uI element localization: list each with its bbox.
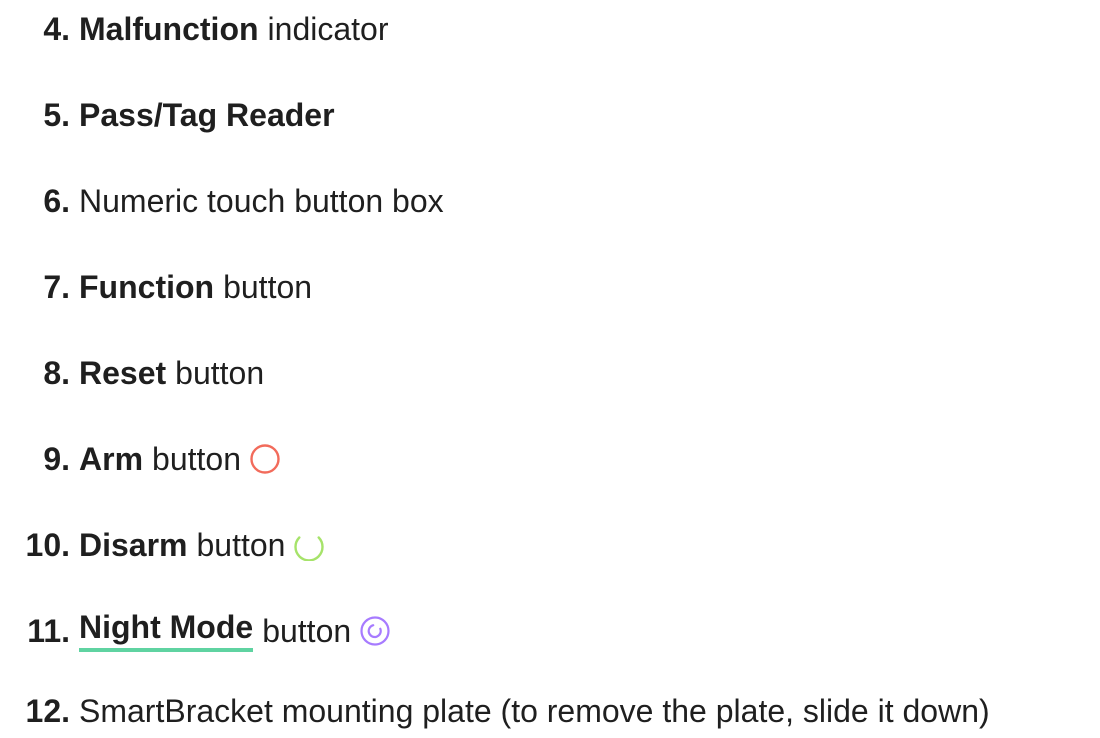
- button-legend-list: 4. Malfunction indicator 5. Pass/Tag Rea…: [0, 0, 1100, 738]
- night-mode-link[interactable]: Night Mode: [79, 610, 254, 652]
- arm-circle-icon: [249, 443, 281, 475]
- item-number: 8.: [43, 355, 70, 391]
- item-number: 12.: [25, 693, 70, 729]
- list-item: 7. Function button: [0, 262, 1100, 312]
- list-item: 4. Malfunction indicator: [0, 4, 1100, 54]
- item-number: 11.: [27, 613, 70, 649]
- item-number: 6.: [43, 183, 70, 219]
- item-label: Malfunction: [79, 11, 259, 47]
- item-description: button: [152, 441, 241, 477]
- night-mode-circle-icon: [359, 615, 391, 647]
- list-item: 9. Arm button: [0, 434, 1100, 484]
- item-number: 9.: [43, 441, 70, 477]
- item-label: Function: [79, 269, 215, 305]
- list-item: 10. Disarm button: [0, 520, 1100, 570]
- list-item: 6. Numeric touch button box: [0, 176, 1100, 226]
- item-number: 7.: [43, 269, 70, 305]
- list-item: 12. SmartBracket mounting plate (to remo…: [0, 686, 1100, 736]
- item-label: Disarm: [79, 527, 188, 563]
- item-label: Pass/Tag Reader: [79, 97, 335, 133]
- item-description: button: [223, 269, 313, 305]
- list-item: 8. Reset button: [0, 348, 1100, 398]
- item-description: Numeric touch button box: [79, 183, 444, 219]
- item-label: Arm: [79, 441, 144, 477]
- item-description: button: [196, 527, 286, 563]
- item-description: indicator: [267, 11, 389, 47]
- item-number: 5.: [43, 97, 70, 133]
- item-label: Reset: [79, 355, 167, 391]
- item-number: 4.: [43, 11, 70, 47]
- list-item: 5. Pass/Tag Reader: [0, 90, 1100, 140]
- list-item: 11. Night Mode button: [0, 606, 1100, 656]
- item-description: button: [175, 355, 265, 391]
- item-description: button: [262, 613, 352, 649]
- item-description: SmartBracket mounting plate (to remove t…: [79, 693, 990, 729]
- item-number: 10.: [25, 527, 70, 563]
- disarm-open-circle-icon: [293, 529, 325, 561]
